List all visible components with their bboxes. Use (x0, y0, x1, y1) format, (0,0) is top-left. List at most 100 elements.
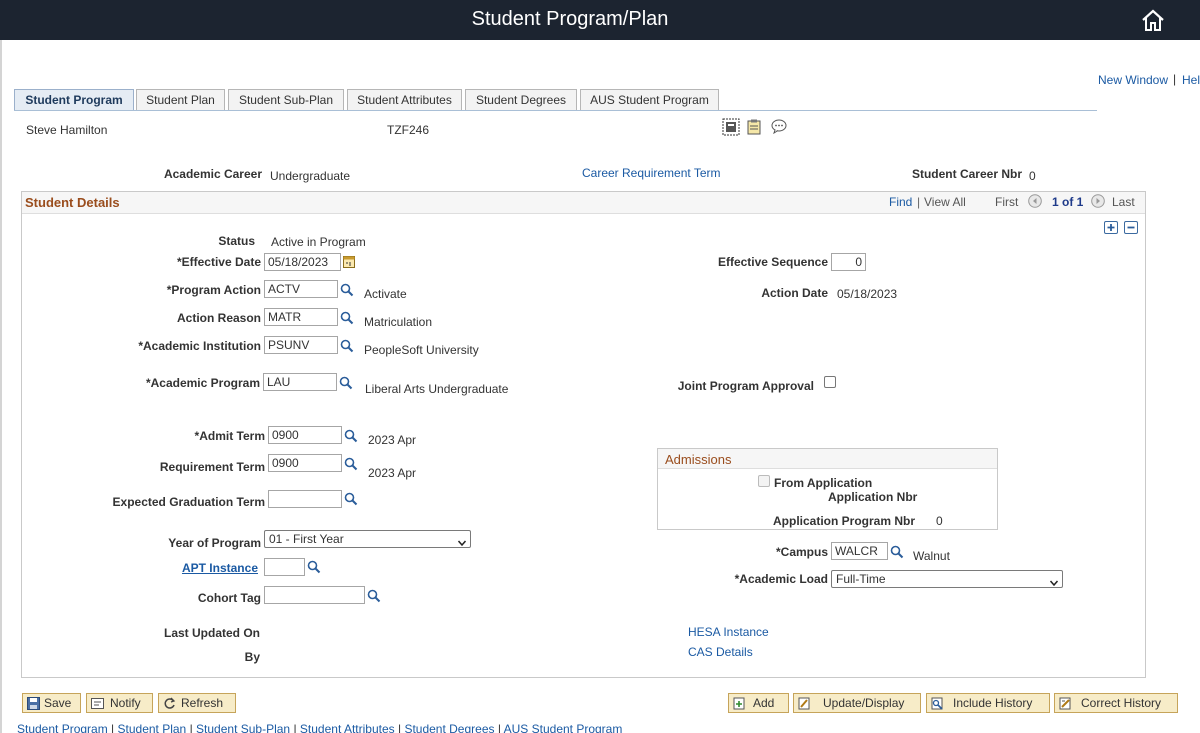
requirement-term-input[interactable]: 0900 (268, 454, 342, 472)
link-separator: | (1173, 72, 1177, 86)
chevron-down-icon (1049, 575, 1059, 587)
effective-date-label: *Effective Date (176, 255, 261, 269)
add-row-icon[interactable] (1104, 221, 1118, 234)
action-reason-description: Matriculation (364, 315, 433, 329)
from-application-checkbox[interactable] (758, 475, 770, 487)
requirement-term-search-icon[interactable] (344, 457, 358, 471)
campus-input[interactable]: WALCR (831, 542, 888, 560)
program-action-input[interactable]: ACTV (264, 280, 338, 298)
calendar-icon[interactable] (343, 255, 355, 268)
cohort-tag-search-icon[interactable] (367, 589, 381, 603)
top-header-bar: Student Program/Plan (0, 0, 1200, 40)
home-icon[interactable] (1138, 6, 1168, 34)
include-history-button[interactable]: Include History (926, 693, 1050, 713)
joint-program-approval-label: Joint Program Approval (677, 379, 814, 393)
effective-sequence-input[interactable]: 0 (831, 253, 866, 271)
footer-link-student-attributes[interactable]: Student Attributes (300, 722, 395, 733)
year-of-program-select[interactable]: 01 - First Year (264, 530, 471, 548)
application-program-nbr-value: 0 (936, 514, 943, 528)
admit-term-label: *Admit Term (194, 429, 265, 443)
first-label: First (995, 195, 1019, 209)
panel-title: Student Details (25, 195, 120, 210)
academic-program-input[interactable]: LAU (263, 373, 337, 391)
cohort-tag-label: Cohort Tag (197, 591, 261, 605)
program-action-search-icon[interactable] (340, 283, 354, 297)
expected-graduation-term-input[interactable] (268, 490, 342, 508)
status-value: Active in Program (271, 235, 366, 249)
program-action-description: Activate (364, 287, 407, 301)
notify-button[interactable]: Notify (86, 693, 153, 713)
action-reason-search-icon[interactable] (340, 311, 354, 325)
application-program-nbr-label: Application Program Nbr (773, 514, 916, 528)
find-link[interactable]: Find (889, 195, 912, 209)
effective-date-input[interactable]: 05/18/2023 (264, 253, 341, 271)
save-button[interactable]: Save (22, 693, 81, 713)
refresh-button[interactable]: Refresh (158, 693, 236, 713)
delete-row-icon[interactable] (1124, 221, 1138, 234)
tab-student-sub-plan[interactable]: Student Sub-Plan (228, 89, 344, 111)
academic-program-description: Liberal Arts Undergraduate (365, 382, 509, 396)
tab-student-attributes[interactable]: Student Attributes (347, 89, 462, 111)
action-reason-input[interactable]: MATR (264, 308, 338, 326)
cohort-tag-input[interactable] (264, 586, 365, 604)
apt-instance-input[interactable] (264, 558, 305, 576)
career-requirement-term-link[interactable]: Career Requirement Term (582, 166, 721, 180)
correct-history-button[interactable]: Correct History (1054, 693, 1178, 713)
academic-institution-label: *Academic Institution (138, 339, 261, 353)
next-arrow-icon[interactable] (1091, 194, 1105, 208)
nav-separator: | (917, 195, 921, 209)
student-services-icon[interactable] (722, 118, 740, 136)
academic-load-select[interactable]: Full-Time (831, 570, 1063, 588)
comments-icon[interactable] (771, 119, 787, 135)
academic-institution-input[interactable]: PSUNV (264, 336, 338, 354)
student-career-nbr-value: 0 (1029, 169, 1036, 183)
from-application-label: From Application (774, 476, 873, 490)
help-link[interactable]: Hel (1182, 73, 1200, 87)
save-icon (27, 697, 40, 710)
hesa-instance-link[interactable]: HESA Instance (688, 625, 769, 639)
requirement-term-description: 2023 Apr (368, 466, 417, 480)
academic-program-search-icon[interactable] (339, 376, 353, 390)
footer-link-student-plan[interactable]: Student Plan (118, 722, 187, 733)
tab-underline (14, 110, 1097, 111)
academic-load-value: Full-Time (836, 572, 886, 586)
student-name: Steve Hamilton (26, 123, 108, 137)
status-label: Status (218, 234, 255, 248)
apt-instance-link[interactable]: APT Instance (182, 561, 258, 575)
tab-student-degrees[interactable]: Student Degrees (465, 89, 577, 111)
footer-link-aus-student-program[interactable]: AUS Student Program (504, 722, 623, 733)
admissions-header: Admissions (658, 449, 997, 469)
admit-term-input[interactable]: 0900 (268, 426, 342, 444)
chevron-down-icon (457, 535, 467, 547)
expected-graduation-term-search-icon[interactable] (344, 492, 358, 506)
action-date-value: 05/18/2023 (837, 287, 898, 301)
admit-term-search-icon[interactable] (344, 429, 358, 443)
update-display-button[interactable]: Update/Display (793, 693, 921, 713)
footer-link-student-degrees[interactable]: Student Degrees (404, 722, 494, 733)
add-button[interactable]: Add (728, 693, 789, 713)
requirement-term-label: Requirement Term (159, 460, 265, 474)
admissions-title: Admissions (665, 452, 732, 467)
new-window-link[interactable]: New Window (1098, 73, 1168, 87)
notes-icon[interactable] (747, 119, 761, 135)
campus-description: Walnut (913, 549, 950, 563)
cas-details-link[interactable]: CAS Details (688, 645, 753, 659)
tab-student-program[interactable]: Student Program (14, 89, 134, 111)
footer-link-student-sub-plan[interactable]: Student Sub-Plan (196, 722, 290, 733)
academic-career-label: Academic Career (163, 167, 262, 181)
refresh-icon (163, 697, 176, 710)
academic-career-value: Undergraduate (270, 169, 351, 183)
academic-institution-description: PeopleSoft University (364, 343, 479, 357)
add-icon (733, 697, 746, 710)
tab-aus-student-program[interactable]: AUS Student Program (580, 89, 719, 111)
view-all-link[interactable]: View All (924, 195, 966, 209)
footer-link-student-program[interactable]: Student Program (17, 722, 108, 733)
academic-institution-search-icon[interactable] (340, 339, 354, 353)
tab-student-plan[interactable]: Student Plan (136, 89, 225, 111)
campus-search-icon[interactable] (890, 545, 904, 559)
joint-program-approval-checkbox[interactable] (824, 376, 836, 388)
previous-arrow-icon[interactable] (1028, 194, 1042, 208)
apt-instance-search-icon[interactable] (307, 560, 321, 574)
notify-icon (91, 697, 104, 710)
footer-links: Student Program | Student Plan | Student… (17, 722, 622, 733)
